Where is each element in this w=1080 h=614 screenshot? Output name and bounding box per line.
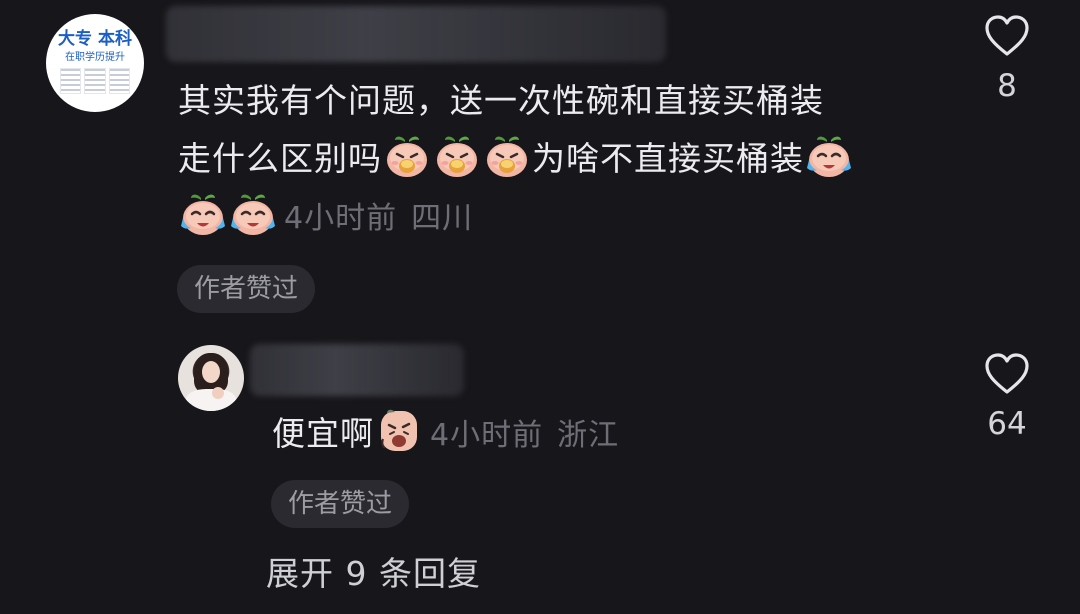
replier-avatar[interactable]	[178, 345, 244, 411]
heart-outline-icon[interactable]	[983, 352, 1031, 396]
crying-peach-emoji	[179, 192, 227, 236]
comment-meta: 4小时前 四川	[284, 190, 473, 248]
crying-peach-emoji	[229, 192, 277, 236]
comment-text: 其实我有个问题，送一次性碗和直接买桶装 走什么区别吗 为啥不直接买桶装 4小时前四…	[178, 72, 948, 248]
sad-face-emoji	[375, 409, 423, 453]
reply-author-liked-badge: 作者赞过	[271, 480, 410, 528]
comment-location: 四川	[411, 201, 474, 236]
comment-time: 4小时前	[284, 201, 398, 236]
comment-text-part2: 为啥不直接买桶装	[532, 139, 804, 178]
reply-like-button[interactable]: 64	[972, 352, 1042, 442]
comment-like-button[interactable]: 8	[972, 14, 1042, 104]
avatar-ad-thumbnails	[60, 68, 130, 94]
comment-text-line2: 走什么区别吗 为啥不直接买桶装	[178, 130, 948, 188]
crying-peach-emoji	[805, 134, 853, 178]
commenter-name-redacted[interactable]	[166, 6, 666, 62]
avatar-ad-title: 大专 本科	[58, 29, 132, 49]
reply-text-body: 便宜啊	[272, 414, 374, 453]
reply-location: 浙江	[557, 418, 620, 453]
comment-text-part1: 走什么区别吗	[178, 139, 382, 178]
comment-like-count: 8	[997, 68, 1017, 104]
reply-time: 4小时前	[430, 418, 544, 453]
reply-like-count: 64	[987, 406, 1027, 442]
eating-peach-emoji	[433, 134, 481, 178]
comment-text-line3: 4小时前 四川	[178, 188, 948, 248]
avatar-ad-subtitle: 在职学历提升	[65, 52, 125, 63]
expand-replies-link[interactable]: 展开 9 条回复	[266, 548, 481, 600]
comment-text-line1: 其实我有个问题，送一次性碗和直接买桶装	[178, 81, 824, 120]
eating-peach-emoji	[383, 134, 431, 178]
author-liked-badge: 作者赞过	[177, 265, 316, 313]
eating-peach-emoji	[483, 134, 531, 178]
replier-name-redacted[interactable]	[250, 344, 464, 396]
heart-outline-icon[interactable]	[983, 14, 1031, 58]
commenter-avatar[interactable]: 大专 本科 在职学历提升	[46, 14, 144, 112]
reply-meta: 4小时前 浙江	[430, 408, 619, 464]
reply-text: 便宜啊 4小时前 浙江	[272, 406, 619, 464]
